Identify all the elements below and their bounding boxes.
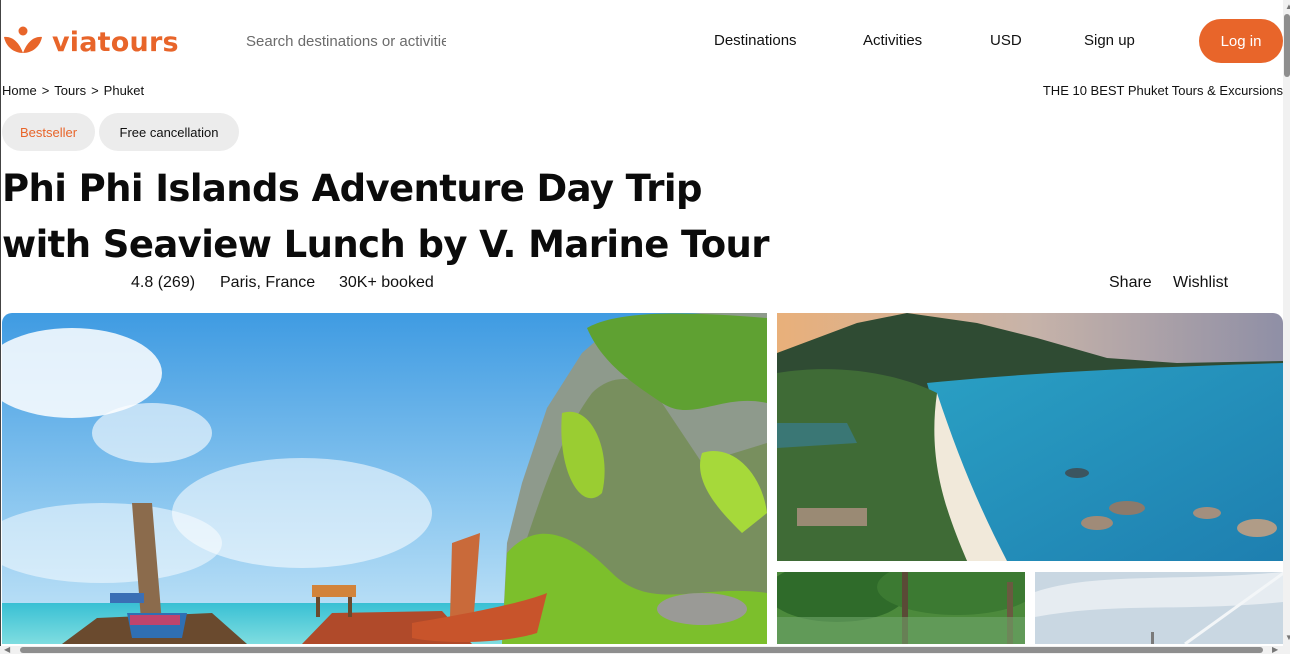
login-button[interactable]: Log in: [1199, 19, 1283, 63]
site-header: viatours Destinations Activities USD Sig…: [0, 0, 1283, 82]
brand-name: viatours: [52, 26, 179, 58]
breadcrumb-separator: >: [41, 83, 50, 98]
nav-activities[interactable]: Activities: [863, 32, 922, 49]
vertical-scrollbar[interactable]: [1283, 0, 1290, 646]
breadcrumb: Home > Tours > Phuket: [2, 83, 144, 98]
breadcrumb-home[interactable]: Home: [2, 83, 37, 98]
wishlist-button[interactable]: Wishlist: [1173, 274, 1228, 292]
scroll-down-icon[interactable]: ▼: [1285, 633, 1290, 642]
breadcrumb-separator: >: [91, 83, 99, 98]
scroll-right-icon[interactable]: ▶: [1272, 645, 1278, 654]
nav-destinations[interactable]: Destinations: [714, 32, 797, 49]
booked-count: 30K+ booked: [339, 274, 434, 291]
vertical-scroll-thumb[interactable]: [1284, 14, 1290, 77]
rating-summary[interactable]: 4.8 (269): [131, 274, 195, 292]
tour-title: Phi Phi Islands Adventure Day Trip with …: [2, 167, 770, 266]
search-input[interactable]: [246, 30, 446, 52]
scroll-left-icon[interactable]: ◀: [4, 645, 10, 654]
sign-up-link[interactable]: Sign up: [1084, 32, 1135, 49]
currency-selector[interactable]: USD: [990, 32, 1022, 49]
horizontal-scrollbar[interactable]: [0, 646, 1290, 654]
gallery-main-photo[interactable]: [2, 313, 767, 644]
gallery-photo-beach[interactable]: [777, 313, 1283, 561]
tour-location: Paris, France: [220, 274, 316, 291]
breadcrumb-tours[interactable]: Tours: [54, 83, 86, 98]
horizontal-scroll-thumb[interactable]: [20, 647, 1263, 653]
breadcrumb-phuket[interactable]: Phuket: [104, 83, 144, 98]
scroll-up-icon[interactable]: ▲: [1285, 2, 1290, 11]
bestseller-badge: Bestseller: [2, 113, 95, 151]
gallery-photo-sky[interactable]: [1035, 572, 1283, 644]
free-cancellation-badge: Free cancellation: [99, 113, 239, 151]
logo[interactable]: viatours: [2, 24, 179, 60]
best-tours-link[interactable]: THE 10 BEST Phuket Tours & Excursions: [1043, 83, 1283, 98]
photo-gallery: [0, 313, 1283, 644]
viatours-logo-icon: [2, 26, 44, 58]
share-button[interactable]: Share: [1109, 274, 1152, 292]
gallery-photo-trees[interactable]: [777, 572, 1025, 644]
